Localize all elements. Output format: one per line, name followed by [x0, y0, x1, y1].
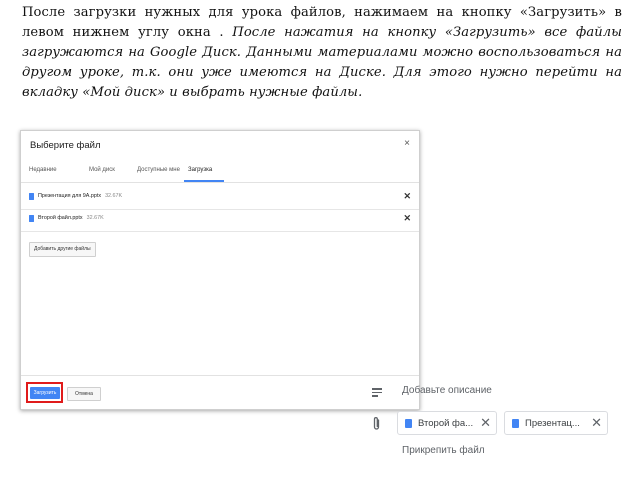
tab-bar: Недавние Мой диск Доступные мне Загрузка — [21, 160, 419, 183]
slides-file-icon — [512, 419, 519, 428]
file-size: 32.67K — [105, 193, 123, 199]
remove-file-icon[interactable]: ✕ — [403, 191, 411, 202]
close-icon[interactable]: × — [404, 138, 410, 149]
remove-attachment-icon[interactable]: ✕ — [591, 415, 602, 431]
remove-file-icon[interactable]: ✕ — [403, 213, 411, 224]
dialog-footer-divider — [21, 375, 419, 376]
remove-attachment-icon[interactable]: ✕ — [480, 415, 491, 431]
active-tab-indicator — [184, 180, 224, 182]
file-row: Второй файл.pptx 32.67K ✕ — [21, 209, 419, 232]
tab-upload[interactable]: Загрузка — [188, 167, 212, 173]
file-name: Второй файл.pptx — [38, 215, 83, 221]
attach-file-link[interactable]: Прикрепить файл — [402, 445, 485, 456]
cancel-button[interactable]: Отмена — [67, 387, 101, 401]
attachment-chip[interactable]: Презентац... ✕ — [504, 411, 608, 435]
upload-highlight-frame — [26, 382, 63, 403]
description-icon — [372, 388, 382, 399]
file-row: Презентация для 9А.pptx 32.67K ✕ — [21, 187, 419, 210]
slides-file-icon — [405, 419, 412, 428]
file-size: 32.67K — [86, 215, 104, 221]
description-field[interactable]: Добавьте описание — [402, 385, 492, 396]
file-picker-dialog: Выберите файл × Недавние Мой диск Доступ… — [20, 130, 420, 410]
dialog-title: Выберите файл — [30, 140, 101, 151]
attachment-name: Презентац... — [525, 418, 580, 429]
add-more-files-button[interactable]: Добавить другие файлы — [29, 242, 96, 257]
attachment-chip[interactable]: Второй фа... ✕ — [397, 411, 497, 435]
tab-shared[interactable]: Доступные мне — [137, 167, 180, 173]
slides-file-icon — [29, 193, 34, 200]
tab-my-drive[interactable]: Мой диск — [89, 167, 115, 173]
attachment-name: Второй фа... — [418, 418, 474, 429]
slides-file-icon — [29, 215, 34, 222]
assignment-attachments-panel: Добавьте описание Второй фа... ✕ Презент… — [360, 378, 640, 480]
file-name: Презентация для 9А.pptx — [38, 193, 102, 199]
instruction-paragraph: После загрузки нужных для урока файлов, … — [22, 3, 622, 103]
tab-recent[interactable]: Недавние — [29, 167, 57, 173]
paperclip-icon — [372, 416, 381, 434]
